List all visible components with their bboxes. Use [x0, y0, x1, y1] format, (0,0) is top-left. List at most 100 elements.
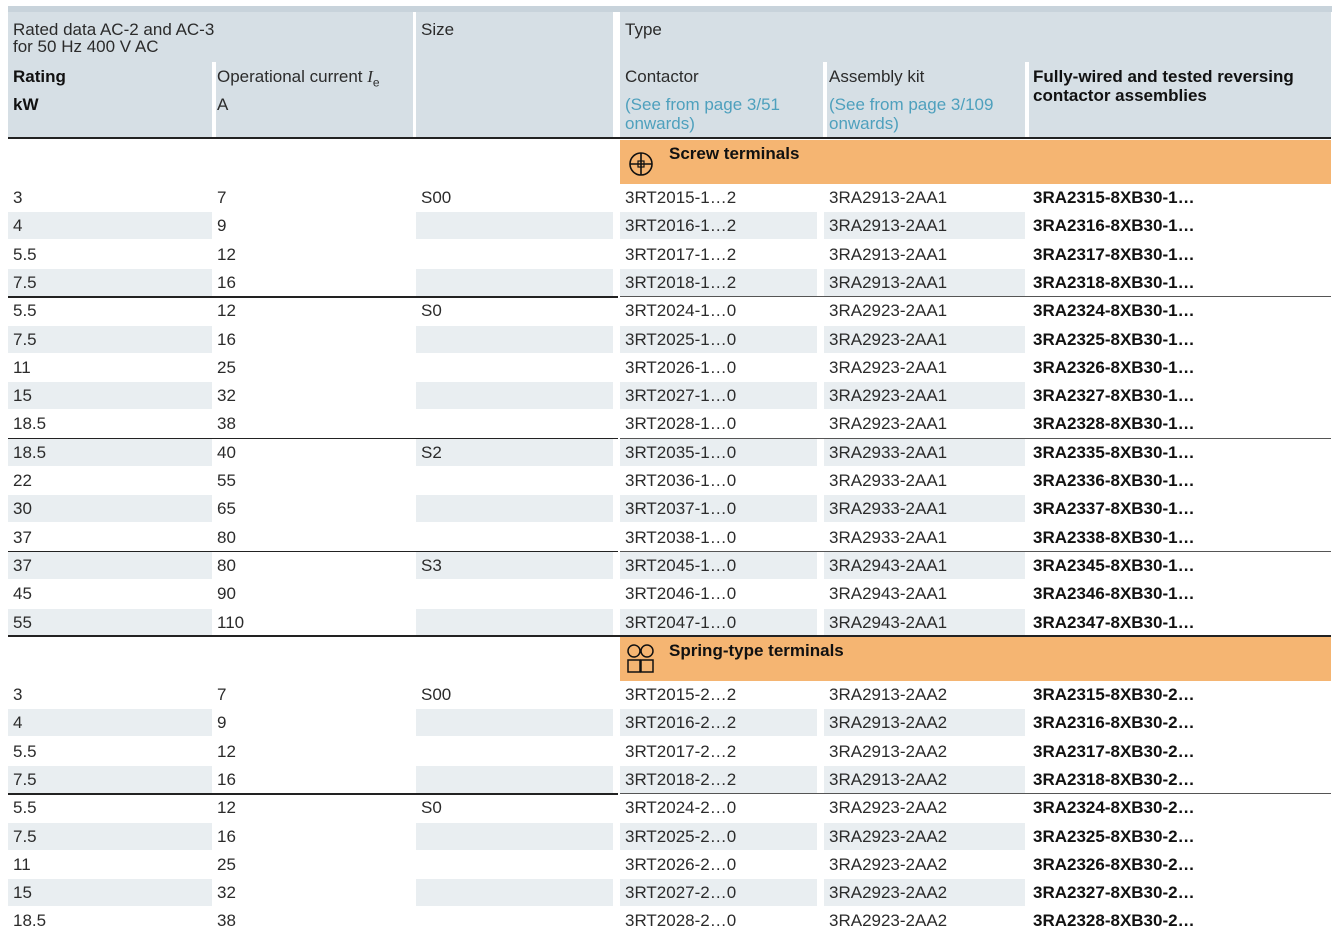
current-cell: 90 [217, 584, 236, 604]
group-separator [8, 550, 618, 553]
assembly-kit-cell: 3RA2923-2AA2 [829, 798, 948, 818]
rating-cell: 11 [13, 854, 31, 874]
contactor-cell: 3RT2038-1…0 [625, 527, 737, 547]
assembly-order-cell: 3RA2326-8XB30-2… [1033, 854, 1195, 874]
rating-cell: 5.5 [13, 798, 37, 818]
assembly-order-cell: 3RA2327-8XB30-2… [1033, 883, 1195, 903]
row-stripe [8, 551, 212, 579]
rating-cell: 45 [13, 584, 32, 604]
contactor-cell: 3RT2016-2…2 [625, 713, 737, 733]
assembly-kit-cell: 3RA2913-2AA2 [829, 769, 948, 789]
contactor-cell: 3RT2018-2…2 [625, 769, 737, 789]
contactor-cell: 3RT2036-1…0 [625, 471, 737, 490]
assembly-kit-cell: 3RA2913-2AA1 [829, 272, 948, 292]
row-stripe [416, 822, 613, 850]
assembly-order-cell: 3RA2325-8XB30-1… [1033, 329, 1195, 349]
current-cell: 16 [217, 329, 236, 349]
group-separator [8, 437, 618, 440]
assembly-kit-cell: 3RA2923-2AA1 [829, 414, 948, 434]
contactor-cell: 3RT2015-1…2 [625, 188, 737, 207]
contactor-cell: 3RT2045-1…0 [625, 555, 737, 575]
contactor-cell: 3RT2028-1…0 [625, 414, 737, 434]
assembly-kit-cell: 3RA2923-2AA1 [829, 329, 948, 349]
current-subscript: e [372, 75, 380, 90]
assembly-kit-cell: 3RA2913-2AA2 [829, 741, 948, 761]
rating-cell: 18.5 [13, 442, 47, 462]
contactor-cell: 3RT2035-1…0 [625, 442, 737, 462]
contactor-cell: 3RT2026-1…0 [625, 357, 737, 377]
rating-cell: 18.5 [13, 911, 47, 931]
row-stripe [416, 325, 613, 353]
current-cell: 25 [217, 854, 236, 874]
size-cell: S0 [421, 301, 442, 321]
assembly-order-cell: 3RA2324-8XB30-1… [1033, 301, 1195, 321]
assembly-kit-cell: 3RA2923-2AA2 [829, 911, 948, 931]
rating-cell: 4 [13, 216, 23, 236]
assembly-order-cell: 3RA2316-8XB30-2… [1033, 713, 1195, 733]
current-cell: 12 [217, 301, 236, 321]
assembly-order-cell: 3RA2315-8XB30-1… [1033, 188, 1195, 207]
row-stripe [8, 325, 212, 353]
current-cell: 12 [217, 741, 236, 761]
row-stripe [416, 608, 613, 636]
current-cell: 32 [217, 386, 236, 406]
assembly-order-cell: 3RA2317-8XB30-2… [1033, 741, 1195, 761]
rating-cell: 11 [13, 357, 31, 377]
rating-cell: 3 [13, 685, 23, 704]
assembly-ref-line2[interactable]: onwards) [829, 114, 993, 133]
contactor-cell: 3RT2018-1…2 [625, 272, 737, 292]
assembly-order-cell: 3RA2327-8XB30-1… [1033, 386, 1195, 406]
assembly-kit-cell: 3RA2933-2AA1 [829, 527, 948, 547]
assembly-order-cell: 3RA2316-8XB30-1… [1033, 216, 1195, 236]
spring-terminal-icon [627, 644, 654, 673]
current-cell: 9 [217, 713, 227, 733]
assembly-kit-page-ref[interactable]: (See from page 3/109 onwards) [829, 95, 993, 133]
assembly-order-cell: 3RA2335-8XB30-1… [1033, 442, 1195, 462]
rating-cell: 37 [13, 555, 32, 575]
header-divider-rated [212, 62, 216, 137]
contactor-cell: 3RT2037-1…0 [625, 499, 737, 519]
current-cell: 38 [217, 414, 236, 434]
rating-cell: 18.5 [13, 414, 47, 434]
current-cell: 80 [217, 555, 236, 575]
current-cell: 65 [217, 499, 236, 519]
size-cell: S0 [421, 798, 442, 818]
current-cell: 12 [217, 798, 236, 818]
assembly-kit-cell: 3RA2933-2AA1 [829, 471, 948, 490]
assembly-order-cell: 3RA2326-8XB30-1… [1033, 357, 1195, 377]
current-cell: 25 [217, 357, 236, 377]
assembly-order-cell: 3RA2325-8XB30-2… [1033, 826, 1195, 846]
contactor-ref-line2[interactable]: onwards) [625, 114, 780, 133]
contactor-cell: 3RT2017-2…2 [625, 741, 737, 761]
row-stripe [416, 382, 613, 410]
assembly-kit-cell: 3RA2933-2AA1 [829, 442, 948, 462]
size-header: Size [421, 20, 455, 39]
group-separator [8, 793, 618, 795]
contactor-cell: 3RT2025-1…0 [625, 329, 737, 349]
rating-cell: 5.5 [13, 301, 37, 321]
row-stripe [8, 709, 212, 737]
section-end-rule [8, 635, 1331, 637]
rating-cell: 7.5 [13, 769, 37, 789]
assembly-kit-cell: 3RA2913-2AA2 [829, 685, 948, 704]
contactor-ref-line1[interactable]: (See from page 3/51 [625, 95, 780, 114]
assembly-order-cell: 3RA2347-8XB30-1… [1033, 612, 1195, 632]
contactor-cell: 3RT2046-1…0 [625, 584, 737, 604]
assembly-ref-line1[interactable]: (See from page 3/109 [829, 95, 993, 114]
contactor-cell: 3RT2025-2…0 [625, 826, 737, 846]
contactor-header: Contactor [625, 67, 699, 86]
operational-current-unit: A [217, 95, 229, 114]
assemblies-header: Fully-wired and tested reversing contact… [1033, 67, 1294, 105]
row-stripe [416, 879, 613, 907]
assembly-kit-cell: 3RA2943-2AA1 [829, 584, 948, 604]
current-cell: 16 [217, 272, 236, 292]
rating-cell: 15 [13, 883, 32, 903]
operational-current-header: Operational current Ie [217, 67, 380, 92]
rating-cell: 3 [13, 188, 23, 207]
rating-cell: 7.5 [13, 826, 37, 846]
contactor-page-ref[interactable]: (See from page 3/51 onwards) [625, 95, 780, 133]
operational-current-label: Operational current [217, 67, 368, 86]
contactor-cell: 3RT2026-2…0 [625, 854, 737, 874]
row-stripe [416, 551, 613, 579]
contactor-cell: 3RT2016-1…2 [625, 216, 737, 236]
